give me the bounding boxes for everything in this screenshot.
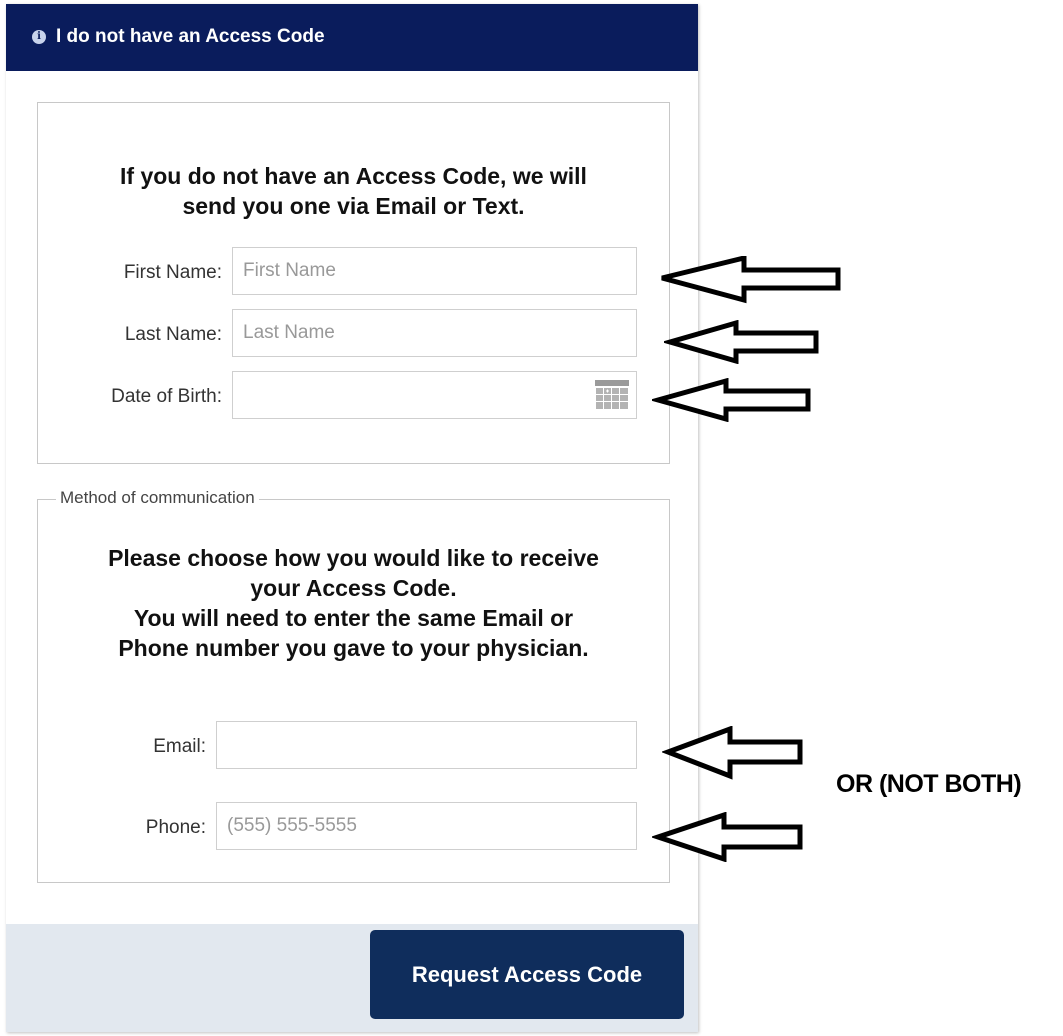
first-name-field[interactable]: First Name	[232, 247, 637, 295]
or-not-both-note: OR (NOT BOTH)	[836, 770, 1022, 798]
communication-heading-line-3: You will need to enter the same Email or	[133, 605, 574, 631]
access-code-card: i I do not have an Access Code If you do…	[6, 4, 698, 1032]
identity-heading-line-2: send you one via Email or Text.	[182, 193, 525, 219]
arrow-email-icon	[662, 726, 803, 780]
calendar-icon[interactable]	[595, 380, 629, 410]
communication-heading-line-1: Please choose how you would like to rece…	[108, 545, 599, 571]
identity-heading: If you do not have an Access Code, we wi…	[38, 161, 669, 221]
communication-legend: Method of communication	[56, 488, 259, 508]
info-icon: i	[32, 30, 46, 44]
phone-field[interactable]: (555) 555-5555	[216, 802, 637, 850]
communication-heading-line-4: Phone number you gave to your physician.	[118, 635, 589, 661]
communication-fieldset: Method of communication Please choose ho…	[37, 488, 670, 883]
identity-heading-line-1: If you do not have an Access Code, we wi…	[120, 163, 587, 189]
first-name-label: First Name:	[123, 262, 222, 283]
card-header: i I do not have an Access Code	[6, 4, 698, 71]
email-label: Email:	[153, 736, 206, 757]
last-name-label: Last Name:	[124, 324, 222, 345]
arrow-phone-icon	[652, 812, 803, 862]
email-field[interactable]	[216, 721, 637, 769]
arrow-first-name-icon	[661, 256, 841, 304]
arrow-dob-icon	[652, 378, 811, 422]
dob-label: Date of Birth:	[111, 386, 222, 407]
communication-heading: Please choose how you would like to rece…	[38, 543, 669, 663]
dob-field[interactable]	[232, 371, 637, 419]
header-title: I do not have an Access Code	[56, 26, 325, 47]
communication-heading-line-2: your Access Code.	[250, 575, 457, 601]
identity-panel: If you do not have an Access Code, we wi…	[37, 102, 670, 464]
last-name-field[interactable]: Last Name	[232, 309, 637, 357]
arrow-last-name-icon	[664, 320, 819, 364]
request-access-code-button[interactable]: Request Access Code	[370, 930, 684, 1019]
phone-label: Phone:	[145, 817, 206, 838]
